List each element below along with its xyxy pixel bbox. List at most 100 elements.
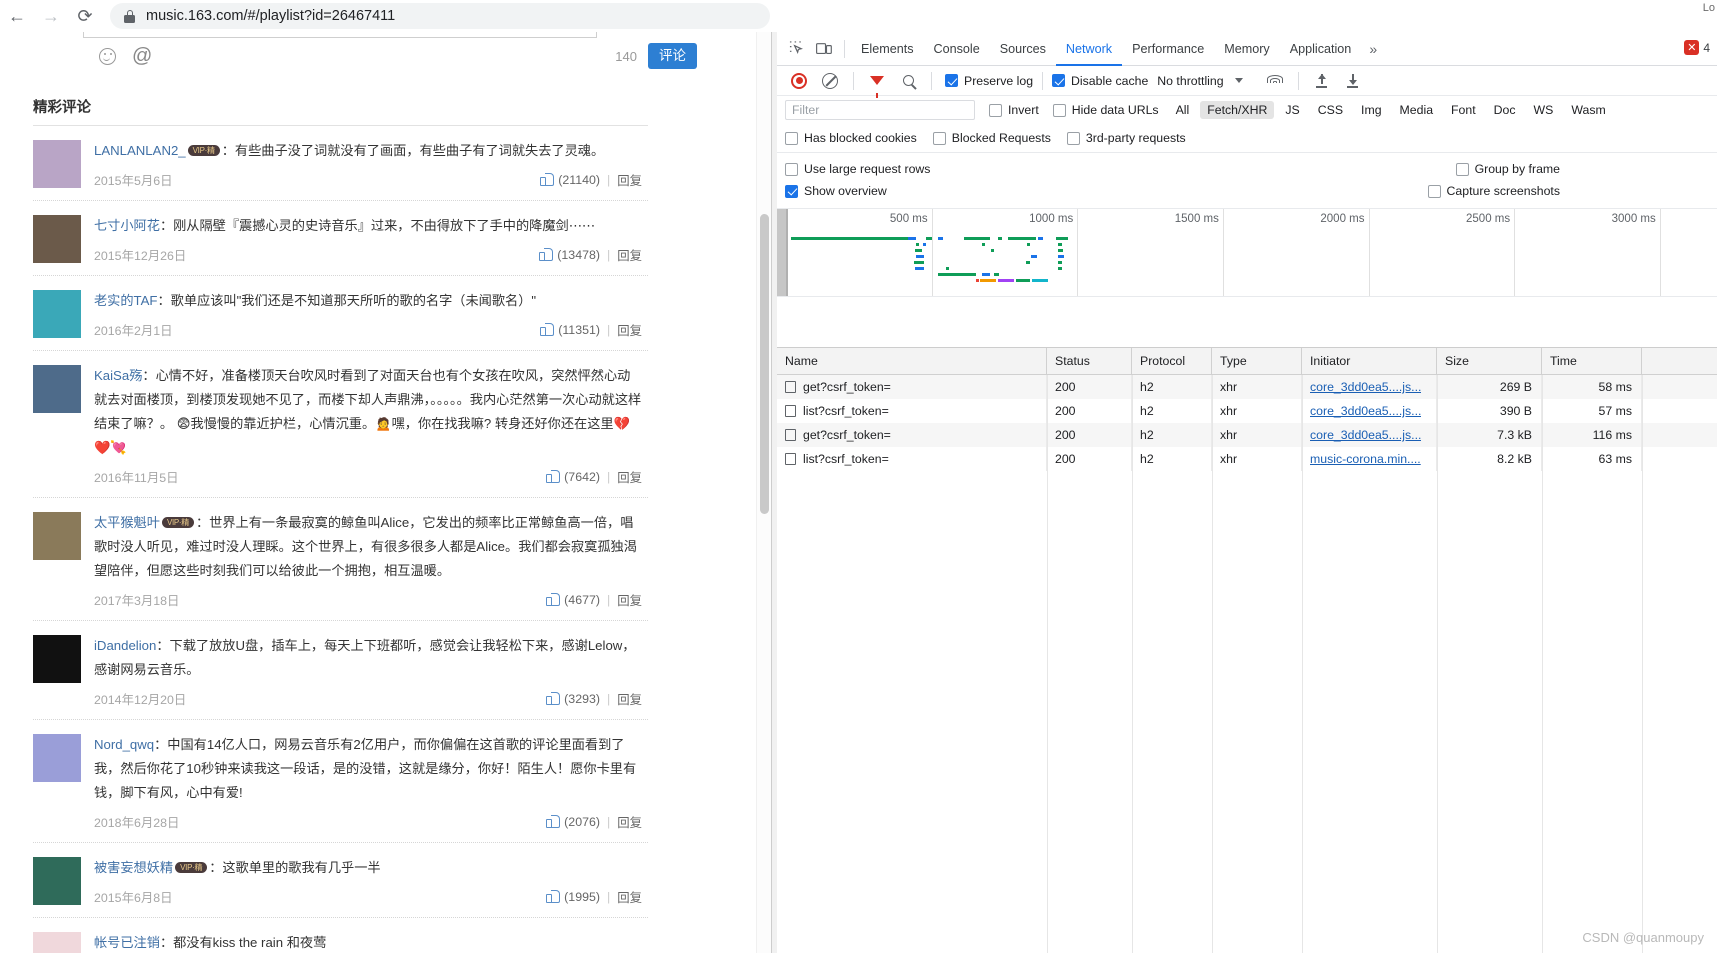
checkbox-box[interactable] <box>785 131 798 145</box>
type-filter-ws[interactable]: WS <box>1527 101 1561 119</box>
comment-user[interactable]: 老实的TAF <box>94 293 158 308</box>
comment-user[interactable]: 太平猴魁叶 <box>94 515 160 530</box>
tab-performance[interactable]: Performance <box>1122 32 1214 66</box>
like-button[interactable]: (2076) <box>546 815 600 829</box>
preserve-log-checkbox[interactable]: Preserve log <box>945 74 1033 88</box>
like-button[interactable]: (7642) <box>546 470 600 484</box>
type-filter-all[interactable]: All <box>1169 101 1197 119</box>
clear-network-log-icon[interactable] <box>816 67 844 95</box>
type-filter-media[interactable]: Media <box>1393 101 1441 119</box>
network-conditions-icon[interactable] <box>1261 67 1289 95</box>
submit-comment-button[interactable]: 评论 <box>648 42 697 70</box>
tab-memory[interactable]: Memory <box>1214 32 1279 66</box>
tab-sources[interactable]: Sources <box>990 32 1056 66</box>
type-filter-font[interactable]: Font <box>1444 101 1483 119</box>
comment-user[interactable]: KaiSa殇 <box>94 368 142 383</box>
reply-button[interactable]: 回复 <box>617 171 642 189</box>
tab-application[interactable]: Application <box>1280 32 1362 66</box>
hide-data-urls-box[interactable] <box>1052 103 1066 117</box>
search-icon[interactable] <box>894 67 922 95</box>
device-toolbar-icon[interactable] <box>810 35 838 63</box>
filter-input[interactable] <box>785 100 975 120</box>
like-button[interactable]: (4677) <box>546 593 600 607</box>
avatar[interactable] <box>33 857 81 905</box>
type-filter-img[interactable]: Img <box>1354 101 1389 119</box>
column-header-time[interactable]: Time <box>1542 348 1642 374</box>
reply-button[interactable]: 回复 <box>617 690 642 708</box>
address-bar[interactable]: music.163.com/#/playlist?id=26467411 <box>110 3 770 29</box>
column-header-name[interactable]: Name <box>777 348 1047 374</box>
page-scrollbar-thumb[interactable] <box>760 214 769 514</box>
type-filter-js[interactable]: JS <box>1278 101 1306 119</box>
reply-button[interactable]: 回复 <box>617 468 642 486</box>
column-header-initiator[interactable]: Initiator <box>1302 348 1437 374</box>
type-filter-css[interactable]: CSS <box>1311 101 1350 119</box>
table-row[interactable]: list?csrf_token= 200 h2 xhr core_3dd0ea5....… <box>777 399 1717 423</box>
tab-console[interactable]: Console <box>924 32 990 66</box>
inspect-element-icon[interactable] <box>782 35 810 63</box>
comment-user[interactable]: 七寸小阿花 <box>94 218 160 233</box>
capture-screenshots-box[interactable] <box>1427 184 1441 198</box>
overview-scrollbar[interactable] <box>777 209 786 296</box>
like-button[interactable]: (21140) <box>540 173 600 187</box>
like-button[interactable]: (1995) <box>546 890 600 904</box>
emoji-icon[interactable] <box>99 47 116 65</box>
table-row[interactable]: get?csrf_token= 200 h2 xhr core_3dd0ea5....j… <box>777 423 1717 447</box>
use-large-request-rows-checkbox[interactable]: Use large request rows <box>785 162 930 176</box>
disable-cache-box[interactable] <box>1052 74 1066 87</box>
invert-box[interactable] <box>989 103 1002 117</box>
reply-button[interactable]: 回复 <box>617 246 642 264</box>
network-overview[interactable]: 500 ms 1000 ms 1500 ms 2000 ms 2500 ms 3000 m… <box>777 209 1717 297</box>
initiator-link[interactable]: music-corona.min.... <box>1310 452 1421 466</box>
use-large-request-rows-box[interactable] <box>785 162 798 176</box>
show-overview-box[interactable] <box>785 184 798 198</box>
record-button-icon[interactable] <box>785 67 813 95</box>
checkbox-3rd-party-requests[interactable]: 3rd-party requests <box>1066 131 1186 145</box>
error-badge[interactable]: ✕ 4 <box>1684 40 1710 55</box>
forward-arrow-icon[interactable]: → <box>34 0 68 32</box>
filter-funnel-icon[interactable] <box>863 67 891 98</box>
reply-button[interactable]: 回复 <box>617 888 642 906</box>
avatar[interactable] <box>33 215 81 263</box>
group-by-frame-box[interactable] <box>1455 162 1469 176</box>
avatar[interactable] <box>33 290 81 338</box>
avatar[interactable] <box>33 140 81 188</box>
like-button[interactable]: (11351) <box>540 323 600 337</box>
table-row[interactable]: get?csrf_token= 200 h2 xhr core_3dd0ea5....j… <box>777 375 1717 399</box>
chevron-down-icon[interactable] <box>1234 78 1243 83</box>
like-button[interactable]: (3293) <box>546 692 600 706</box>
comment-user[interactable]: LANLANLAN2_ <box>94 143 186 158</box>
throttling-select[interactable]: No throttling <box>1157 74 1223 88</box>
column-header-status[interactable]: Status <box>1047 348 1132 374</box>
disable-cache-checkbox[interactable]: Disable cache <box>1052 74 1148 88</box>
export-har-icon[interactable] <box>1339 67 1367 95</box>
tab-network[interactable]: Network <box>1056 32 1122 66</box>
type-filter-fetch-xhr[interactable]: Fetch/XHR <box>1200 101 1275 119</box>
type-filter-wasm[interactable]: Wasm <box>1564 101 1612 119</box>
preserve-log-box[interactable] <box>945 74 958 87</box>
capture-screenshots-checkbox[interactable]: Capture screenshots <box>1427 184 1560 198</box>
table-row[interactable]: list?csrf_token= 200 h2 xhr music-corona.min… <box>777 447 1717 471</box>
avatar[interactable] <box>33 365 81 413</box>
avatar[interactable] <box>33 734 81 782</box>
reload-icon[interactable]: ⟳ <box>68 0 102 32</box>
initiator-link[interactable]: core_3dd0ea5....js... <box>1310 404 1421 418</box>
checkbox-box[interactable] <box>1066 131 1080 145</box>
initiator-link[interactable]: core_3dd0ea5....js... <box>1310 428 1421 442</box>
avatar[interactable] <box>33 635 81 683</box>
comment-user[interactable]: Nord_qwq <box>94 737 154 752</box>
group-by-frame-checkbox[interactable]: Group by frame <box>1455 162 1560 176</box>
import-har-icon[interactable] <box>1308 67 1336 95</box>
page-scrollbar[interactable] <box>756 32 771 953</box>
avatar[interactable] <box>33 932 81 953</box>
reply-button[interactable]: 回复 <box>617 591 642 609</box>
tab-elements[interactable]: Elements <box>851 32 924 66</box>
like-button[interactable]: (13478) <box>539 248 600 262</box>
reply-button[interactable]: 回复 <box>617 813 642 831</box>
comment-user[interactable]: iDandelion <box>94 638 156 653</box>
reply-button[interactable]: 回复 <box>617 321 642 339</box>
avatar[interactable] <box>33 512 81 560</box>
column-header-type[interactable]: Type <box>1212 348 1302 374</box>
column-header-size[interactable]: Size <box>1437 348 1542 374</box>
initiator-link[interactable]: core_3dd0ea5....js... <box>1310 380 1421 394</box>
